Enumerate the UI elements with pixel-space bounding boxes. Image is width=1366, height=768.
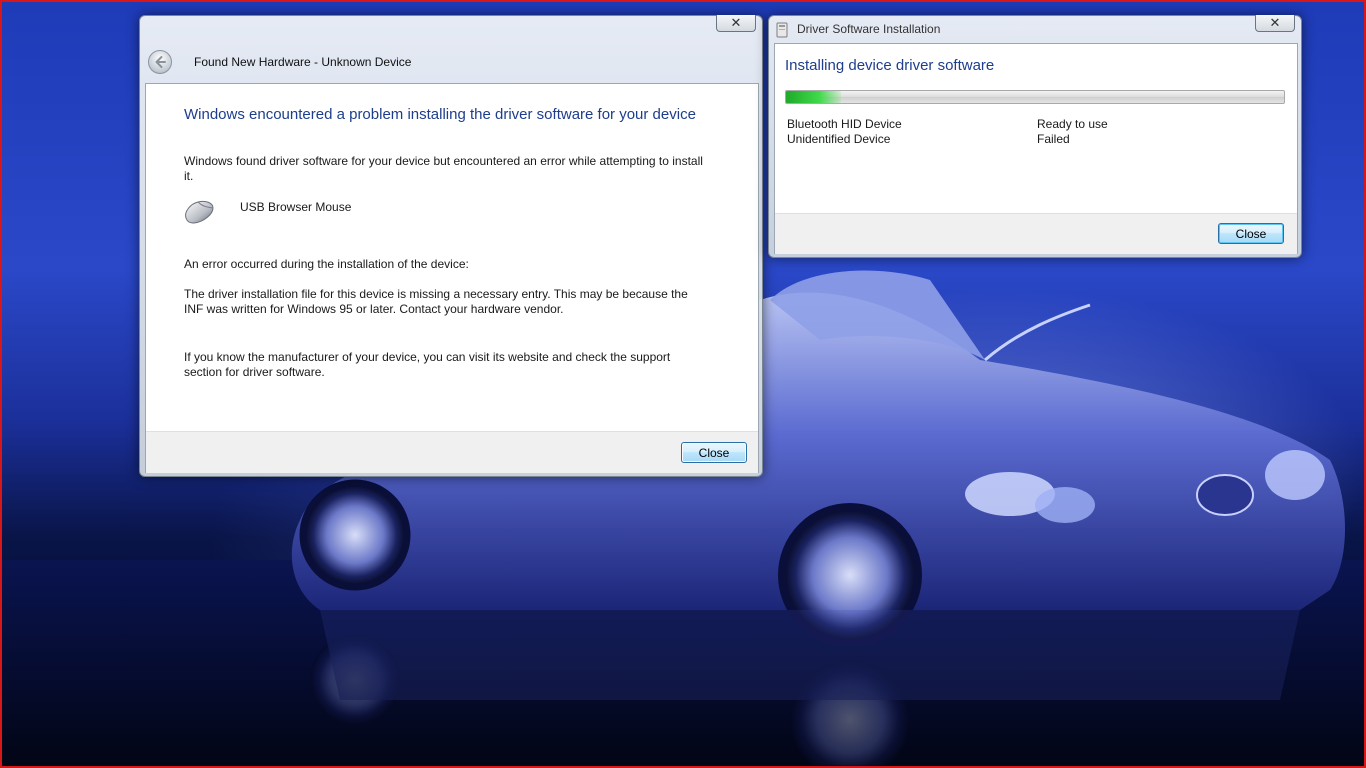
error-title: An error occurred during the installatio… xyxy=(184,257,469,271)
window-title: Found New Hardware - Unknown Device xyxy=(194,55,412,69)
window-content-panel: Installing device driver software Blueto… xyxy=(774,43,1298,254)
support-text: If you know the manufacturer of your dev… xyxy=(184,350,671,379)
progress-fill xyxy=(786,91,841,103)
device-status: Ready to use xyxy=(1037,117,1108,131)
list-item: Unidentified Device Failed xyxy=(787,132,1287,147)
mouse-icon xyxy=(185,200,214,224)
device-status: Failed xyxy=(1037,132,1070,146)
back-button[interactable] xyxy=(148,50,172,74)
intro-text: Windows found driver software for your d… xyxy=(184,154,703,183)
back-arrow-icon xyxy=(155,56,166,68)
device-name: USB Browser Mouse xyxy=(240,200,352,214)
window-footer: Close xyxy=(775,213,1297,254)
driver-software-installation-window: ✕ Driver Software Installation Installin… xyxy=(768,15,1302,258)
error-detail: The driver installation file for this de… xyxy=(184,287,688,316)
installer-icon xyxy=(776,22,788,38)
window-title: Driver Software Installation xyxy=(797,22,941,36)
close-button[interactable]: Close xyxy=(681,442,747,463)
window-footer: Close xyxy=(146,431,758,473)
window-close-button[interactable]: ✕ xyxy=(716,15,756,32)
install-heading: Installing device driver software xyxy=(785,57,995,74)
install-progress-bar xyxy=(785,90,1285,104)
list-item: Bluetooth HID Device Ready to use xyxy=(787,117,1287,132)
window-content-panel: Windows encountered a problem installing… xyxy=(145,83,759,473)
device-name: Unidentified Device xyxy=(787,132,891,146)
close-button[interactable]: Close xyxy=(1218,223,1284,244)
found-new-hardware-window: ✕ Found New Hardware - Unknown Device Wi… xyxy=(139,15,763,477)
error-heading: Windows encountered a problem installing… xyxy=(184,106,696,123)
device-status-list: Bluetooth HID Device Ready to use Uniden… xyxy=(787,117,1287,147)
window-close-button[interactable]: ✕ xyxy=(1255,15,1295,32)
device-name: Bluetooth HID Device xyxy=(787,117,902,131)
